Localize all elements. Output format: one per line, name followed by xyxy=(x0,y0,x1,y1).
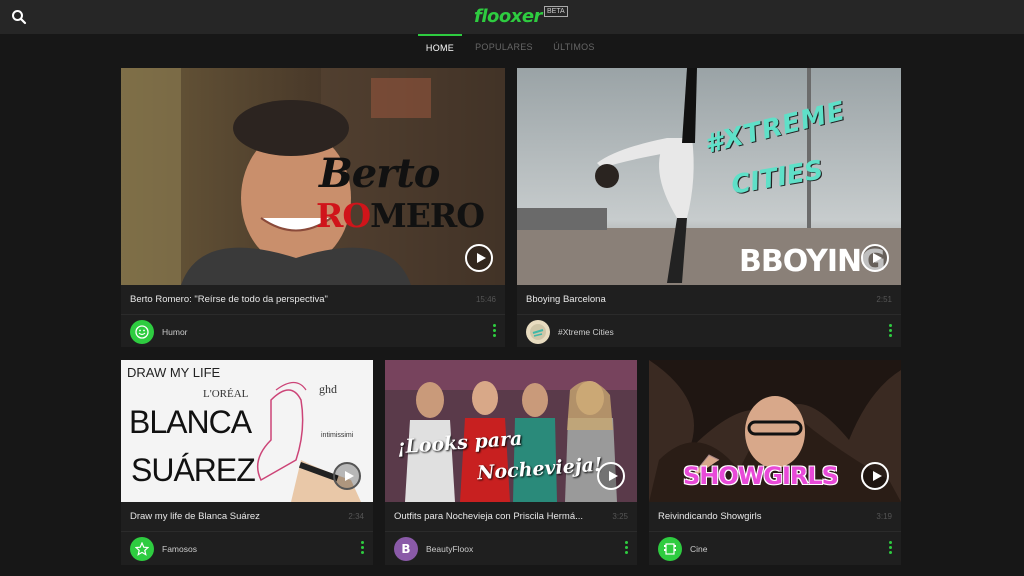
video-thumbnail[interactable]: DRAW MY LIFE L'ORÉAL ghd intimissimi BLA… xyxy=(121,360,373,502)
video-card[interactable]: #XTREME CITIES BBOYING Bboying Barcelona… xyxy=(517,68,901,347)
humor-avatar-icon[interactable] xyxy=(130,320,154,344)
search-icon[interactable] xyxy=(11,9,27,25)
more-options-icon[interactable] xyxy=(361,541,365,555)
video-title[interactable]: Bboying Barcelona xyxy=(526,294,606,305)
channel-row: B BeautyFloox xyxy=(385,533,637,563)
beautyfloox-avatar-icon[interactable]: B xyxy=(394,537,418,561)
channel-name[interactable]: Famosos xyxy=(162,544,197,554)
title-row: Outfits para Nochevieja con Priscila Her… xyxy=(385,502,637,532)
logo-text: flooxer xyxy=(474,6,542,27)
video-card[interactable]: Berto ROMERO Berto Romero: "Reírse de to… xyxy=(121,68,505,347)
tab-home[interactable]: HOME xyxy=(418,34,462,60)
title-row: Bboying Barcelona 2:51 xyxy=(517,285,901,315)
channel-name[interactable]: Humor xyxy=(162,327,188,337)
title-row: Berto Romero: "Reírse de todo da perspec… xyxy=(121,285,505,315)
channel-row: Humor xyxy=(121,316,505,346)
tab-populares[interactable]: POPULARES xyxy=(470,34,538,60)
video-title[interactable]: Reivindicando Showgirls xyxy=(658,511,762,522)
tab-ultimos[interactable]: ÚLTIMOS xyxy=(546,34,602,60)
overlay-name-blanca: BLANCA xyxy=(129,404,252,440)
video-title[interactable]: Berto Romero: "Reírse de todo da perspec… xyxy=(130,294,328,305)
overlay-brand-loreal: L'ORÉAL xyxy=(203,388,249,400)
beta-badge: BETA xyxy=(543,6,568,17)
video-duration: 3:25 xyxy=(612,512,628,521)
more-options-icon[interactable] xyxy=(889,324,893,338)
overlay-draw-my-life: DRAW MY LIFE xyxy=(127,365,221,380)
video-thumbnail[interactable]: Berto ROMERO xyxy=(121,68,505,285)
more-options-icon[interactable] xyxy=(625,541,629,555)
overlay-brand-intimissimi: intimissimi xyxy=(321,432,354,439)
channel-name[interactable]: BeautyFloox xyxy=(426,544,473,554)
cine-avatar-icon[interactable] xyxy=(658,537,682,561)
channel-row: Famosos xyxy=(121,533,373,563)
flooxer-logo[interactable]: flooxer BETA xyxy=(474,6,568,28)
famosos-avatar-icon[interactable] xyxy=(130,537,154,561)
more-options-icon[interactable] xyxy=(889,541,893,555)
overlay-brand-ghd: ghd xyxy=(319,382,337,396)
video-duration: 2:34 xyxy=(348,512,364,521)
title-row: Reivindicando Showgirls 3:19 xyxy=(649,502,901,532)
play-icon[interactable] xyxy=(333,462,361,490)
video-thumbnail[interactable]: #XTREME CITIES BBOYING xyxy=(517,68,901,285)
video-thumbnail[interactable]: ¡Looks para Nochevieja! xyxy=(385,360,637,502)
play-icon[interactable] xyxy=(861,244,889,272)
top-bar: flooxer BETA xyxy=(0,0,1024,34)
channel-name[interactable]: #Xtreme Cities xyxy=(558,327,614,337)
video-duration: 3:19 xyxy=(876,512,892,521)
overlay-black-text: MERO xyxy=(370,196,485,235)
channel-row: Cine xyxy=(649,533,901,563)
channel-row: #Xtreme Cities xyxy=(517,316,901,346)
overlay-showgirls: SHOWGIRLS xyxy=(683,462,839,490)
video-title[interactable]: Outfits para Nochevieja con Priscila Her… xyxy=(394,511,583,522)
play-icon[interactable] xyxy=(597,462,625,490)
video-title[interactable]: Draw my life de Blanca Suárez xyxy=(130,511,260,522)
play-icon[interactable] xyxy=(861,462,889,490)
video-card[interactable]: DRAW MY LIFE L'ORÉAL ghd intimissimi BLA… xyxy=(121,360,373,565)
overlay-name-suarez: SUÁREZ xyxy=(131,452,256,488)
more-options-icon[interactable] xyxy=(493,324,497,338)
nav-tabs: HOME POPULARES ÚLTIMOS xyxy=(0,34,1024,60)
video-card[interactable]: ¡Looks para Nochevieja! Outfits para Noc… xyxy=(385,360,637,565)
overlay-red-text: RO xyxy=(316,196,371,235)
video-duration: 15:46 xyxy=(475,295,496,304)
video-duration: 2:51 xyxy=(876,295,892,304)
play-icon[interactable] xyxy=(465,244,493,272)
title-row: Draw my life de Blanca Suárez 2:34 xyxy=(121,502,373,532)
video-thumbnail[interactable]: SHOWGIRLS xyxy=(649,360,901,502)
video-card[interactable]: SHOWGIRLS Reivindicando Showgirls 3:19 C… xyxy=(649,360,901,565)
overlay-title-top: Berto xyxy=(319,150,440,197)
overlay-title-bottom: ROMERO xyxy=(316,196,485,235)
xtreme-cities-avatar-icon[interactable] xyxy=(526,320,550,344)
channel-name[interactable]: Cine xyxy=(690,544,707,554)
